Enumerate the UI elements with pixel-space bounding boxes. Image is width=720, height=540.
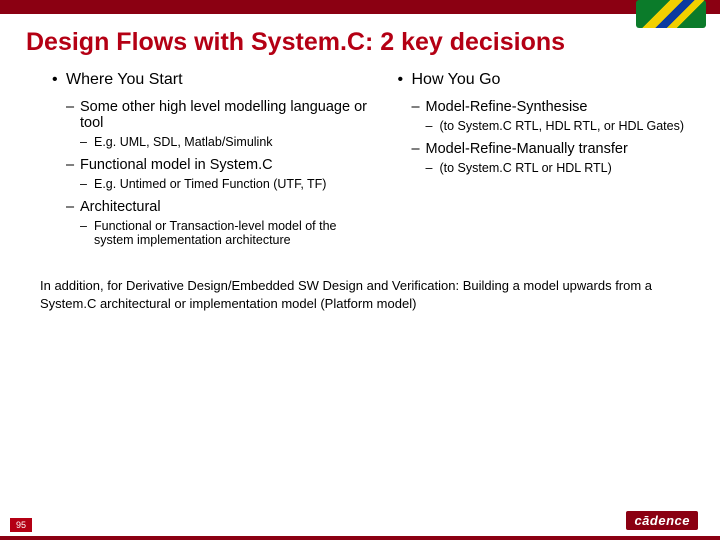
right-item: Model-Refine-Synthesise [398,99,693,115]
left-subitem: Functional or Transaction-level model of… [52,219,378,247]
cadence-logo: cādence [626,511,698,530]
right-item: Model-Refine-Manually transfer [398,141,693,157]
right-subitem: (to System.C RTL, HDL RTL, or HDL Gates) [398,119,693,133]
text: Some other high level modelling language… [80,99,367,131]
left-subitem: E.g. UML, SDL, Matlab/Simulink [52,135,378,149]
text: Model-Refine-Manually transfer [426,141,628,157]
col-left: Where You Start Some other high level mo… [52,71,378,255]
page-number: 95 [10,518,32,532]
slide-title: Design Flows with System.C: 2 key decisi… [0,14,720,63]
text: E.g. UML, SDL, Matlab/Simulink [94,135,273,149]
left-item: Architectural [52,199,378,215]
addendum-text: In addition, for Derivative Design/Embed… [0,255,720,312]
text: (to System.C RTL, HDL RTL, or HDL Gates) [440,119,685,133]
right-subitem: (to System.C RTL or HDL RTL) [398,161,693,175]
text: E.g. Untimed or Timed Function (UTF, TF) [94,177,326,191]
left-item: Functional model in System.C [52,157,378,173]
footer-bar [0,536,720,540]
left-subitem: E.g. Untimed or Timed Function (UTF, TF) [52,177,378,191]
text: Model-Refine-Synthesise [426,99,588,115]
text: Where You Start [66,71,183,88]
right-heading: How You Go [398,71,693,89]
text: Architectural [80,199,161,215]
left-heading: Where You Start [52,71,378,89]
content-columns: Where You Start Some other high level mo… [0,63,720,255]
left-item: Some other high level modelling language… [52,99,378,131]
flag-decor [636,0,706,28]
text: Functional or Transaction-level model of… [94,219,337,247]
text: (to System.C RTL or HDL RTL) [440,161,612,175]
text: How You Go [412,71,501,88]
col-right: How You Go Model-Refine-Synthesise (to S… [398,71,693,255]
top-bar [0,0,720,14]
text: Functional model in System.C [80,157,273,173]
